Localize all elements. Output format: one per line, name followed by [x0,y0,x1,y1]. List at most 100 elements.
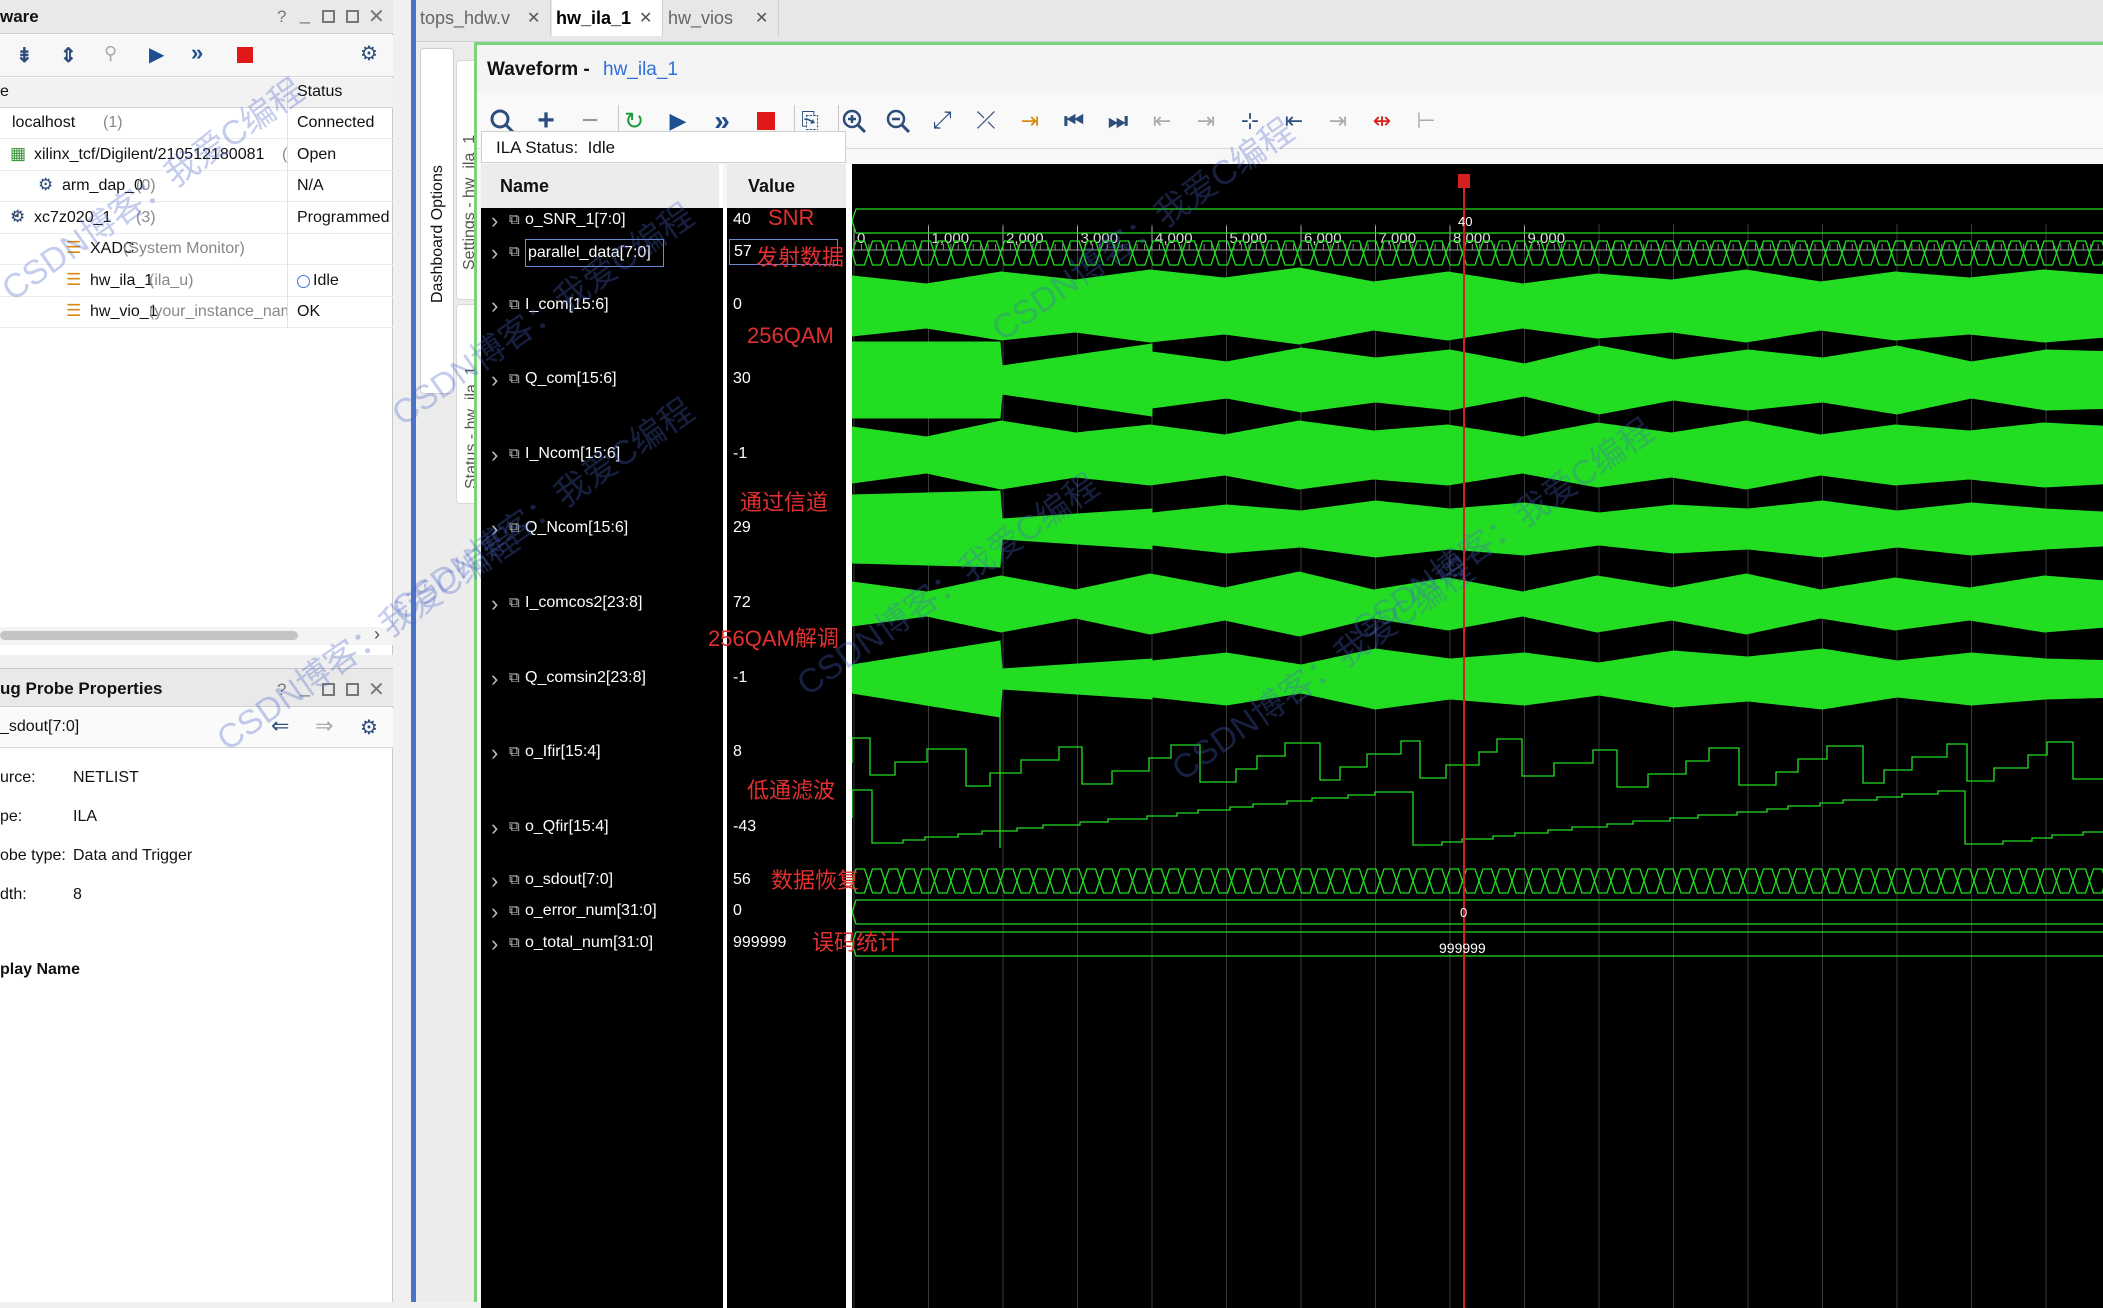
waveform-title-link[interactable]: hw_ila_1 [603,59,678,81]
name-column-header[interactable]: Name [481,164,723,208]
hardware-tree-row[interactable]: ⚙arm_dap_0(0)N/A [0,171,393,202]
close-tab-icon[interactable]: ✕ [755,8,768,28]
sdout-bus [1743,869,1760,893]
maximize-icon[interactable] [322,10,335,23]
signal-name[interactable]: I_Ncom[15:6] [525,445,620,463]
close-tab-icon[interactable]: ✕ [527,8,540,28]
bus-signal-icon: ⧉ [509,818,520,835]
col-name[interactable]: e [0,83,9,101]
debug-core-icon: ☰ [66,270,81,290]
horizontal-scrollbar[interactable]: › [0,627,393,645]
sdout-bus [1397,869,1414,893]
expand-signal-chevron-icon[interactable]: › [491,240,498,266]
expand-signal-chevron-icon[interactable]: › [491,367,498,393]
run-immediate-icon[interactable]: » [191,40,203,66]
expand-signal-chevron-icon[interactable]: › [491,442,498,468]
auto-connect-icon[interactable]: ⚲ [104,43,117,64]
signal-annotation: 低通滤波 [747,773,835,805]
editor-tab[interactable]: hw_vios✕ [664,0,779,36]
i-fir-wave [852,738,2103,787]
back-arrow-icon[interactable]: ⇐ [271,713,289,739]
expand-signal-chevron-icon[interactable]: › [491,208,498,234]
scrollbar-thumb[interactable] [0,631,298,640]
col-status[interactable]: Status [297,83,342,101]
expand-all-icon[interactable]: ⇕ [60,43,77,68]
signal-name[interactable]: o_sdout[7:0] [525,871,613,889]
run-trigger-icon[interactable]: ▶ [149,42,164,67]
signal-name[interactable]: Q_com[15:6] [525,370,617,388]
forward-arrow-icon[interactable]: ⇒ [315,713,333,739]
float-icon[interactable] [346,10,359,23]
sdout-bus [1677,869,1694,893]
expand-signal-chevron-icon[interactable]: › [491,516,498,542]
signal-name[interactable]: o_error_num[31:0] [525,902,657,920]
help-icon[interactable]: ? [277,680,286,700]
signal-value: 56 [733,871,751,889]
waveform-canvas[interactable]: 01,0002,0003,0004,0005,0006,0007,0008,00… [852,164,2103,1308]
sdout-bus [1842,869,1859,893]
signal-name[interactable]: I_comcos2[23:8] [525,594,642,612]
sdout-bus [1430,869,1447,893]
sdout-bus [902,869,919,893]
settings-gear-icon[interactable]: ⚙ [360,41,378,66]
editor-tab[interactable]: hw_ila_1✕ [552,0,663,36]
signal-name[interactable]: o_SNR_1[7:0] [525,211,626,229]
signal-name[interactable]: o_Ifir[15:4] [525,743,601,761]
hardware-tree-row[interactable]: ☰XADC(System Monitor) [0,234,393,265]
hardware-item-status: Idle [313,272,339,290]
probe-panel-header: ug Probe Properties ? _ ✕ [0,669,393,707]
settings-gear-icon[interactable]: ⚙ [360,715,378,740]
signal-name[interactable]: o_Qfir[15:4] [525,818,609,836]
signal-name[interactable]: I_com[15:6] [525,296,609,314]
sdout-bus [1512,869,1529,893]
minimize-icon[interactable]: _ [300,4,310,25]
expand-signal-chevron-icon[interactable]: › [491,931,498,957]
expand-signal-chevron-icon[interactable]: › [491,293,498,319]
scroll-right-icon[interactable]: › [374,624,380,645]
close-tab-icon[interactable]: ✕ [639,8,652,28]
hardware-panel-title: ware [0,7,39,27]
signal-name[interactable]: o_total_num[31:0] [525,934,653,952]
stop-trigger-icon[interactable] [237,47,253,63]
sdout-bus [885,869,902,893]
signal-value: 999999 [733,934,786,952]
signal-annotation: 误码统计 [812,925,900,957]
hardware-tree-row[interactable]: ⌄⚙xc7z020_1(3)Programmed [0,203,393,234]
hardware-tree-row[interactable]: ▦xilinx_tcf/Digilent/210512180081(Open [0,140,393,171]
collapse-all-icon[interactable]: ⇟ [16,43,33,68]
help-icon[interactable]: ? [277,7,286,27]
bus-signal-icon: ⧉ [509,669,520,686]
expand-signal-chevron-icon[interactable]: › [491,740,498,766]
minimize-icon[interactable]: _ [300,677,310,698]
hardware-tree-row[interactable]: ☰hw_ila_1(ila_u)Idle [0,266,393,297]
i-ncom-wave [852,421,2103,489]
probe-prop-label: obe type: [0,847,66,865]
sdout-bus [1182,869,1199,893]
dashboard-options-label: Dashboard Options [429,133,447,303]
signal-name[interactable]: Q_comsin2[23:8] [525,669,646,687]
maximize-icon[interactable] [322,683,335,696]
sdout-bus [1809,869,1826,893]
editor-tab[interactable]: tops_hdw.v✕ [416,0,551,36]
close-icon[interactable]: ✕ [368,677,385,702]
hardware-tree-row[interactable]: localhost(1)Connected [0,108,393,139]
sdout-bus [1265,869,1282,893]
close-icon[interactable]: ✕ [368,4,385,29]
expand-signal-chevron-icon[interactable]: › [491,591,498,617]
hardware-item-name: hw_vio_1 [90,303,158,321]
sdout-bus [1017,869,1034,893]
expand-signal-chevron-icon[interactable]: › [491,868,498,894]
bus-signal-icon: ⧉ [509,370,520,387]
expand-signal-chevron-icon[interactable]: › [491,899,498,925]
expand-signal-chevron-icon[interactable]: › [491,666,498,692]
signal-name[interactable]: Q_Ncom[15:6] [525,519,628,537]
hardware-item-name: localhost [12,114,75,132]
hardware-tree-row[interactable]: ☰hw_vio_1(your_instance_namOK [0,297,393,328]
signal-name[interactable]: parallel_data[7:0] [525,239,664,267]
signal-annotation: 通过信道 [740,485,828,517]
float-icon[interactable] [346,683,359,696]
dashboard-options-tab[interactable]: Dashboard Options [420,48,454,394]
expand-signal-chevron-icon[interactable]: › [491,815,498,841]
value-column-header[interactable]: Value [727,164,846,208]
snap-icon[interactable]: ⊢ [1396,93,1456,149]
